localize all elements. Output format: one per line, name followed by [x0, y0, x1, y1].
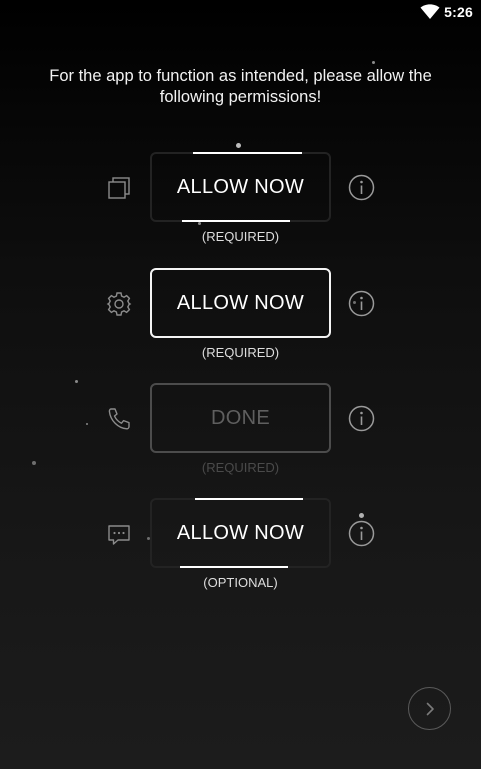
permission-row-overlay: ALLOW NOW (REQUIRED)	[0, 152, 481, 262]
info-icon[interactable]	[348, 405, 375, 432]
requirement-label: (OPTIONAL)	[203, 575, 278, 590]
requirement-label: (REQUIRED)	[201, 460, 280, 475]
decorative-particle	[359, 513, 364, 518]
decorative-particle	[198, 222, 201, 225]
info-icon[interactable]	[348, 290, 375, 317]
decorative-particle	[32, 461, 36, 465]
allow-overlay-button[interactable]: ALLOW NOW	[150, 152, 331, 222]
phone-permission-button-label: DONE	[211, 406, 270, 429]
allow-settings-button[interactable]: ALLOW NOW	[150, 268, 331, 338]
phone-icon	[108, 408, 130, 430]
permission-row-phone: DONE (REQUIRED)	[0, 383, 481, 493]
phone-permission-done-button[interactable]: DONE	[150, 383, 331, 453]
wifi-icon	[420, 4, 440, 20]
allow-settings-button-label: ALLOW NOW	[176, 291, 305, 314]
button-highlight-bottom	[180, 566, 288, 568]
permissions-intro-text: For the app to function as intended, ple…	[49, 67, 432, 106]
chevron-right-icon	[426, 702, 434, 715]
decorative-particle	[236, 143, 241, 148]
info-icon[interactable]	[348, 520, 375, 547]
sms-message-icon	[108, 525, 130, 545]
decorative-particle	[86, 423, 88, 425]
requirement-label: (REQUIRED)	[201, 345, 280, 360]
decorative-particle	[353, 301, 356, 304]
allow-sms-button-label: ALLOW NOW	[176, 521, 305, 544]
info-icon[interactable]	[348, 174, 375, 201]
settings-gear-icon	[106, 292, 132, 316]
decorative-particle	[372, 61, 375, 64]
decorative-particle	[147, 537, 150, 540]
requirement-label: (REQUIRED)	[201, 229, 280, 244]
button-highlight-top	[193, 152, 302, 154]
button-highlight-top	[195, 498, 303, 500]
allow-overlay-button-label: ALLOW NOW	[176, 175, 305, 198]
permission-row-settings: ALLOW NOW (REQUIRED)	[0, 268, 481, 378]
decorative-particle	[75, 380, 78, 383]
status-bar: 5:26	[0, 0, 481, 24]
permission-row-sms: ALLOW NOW (OPTIONAL)	[0, 498, 481, 608]
status-time: 5:26	[444, 4, 473, 20]
next-button[interactable]	[408, 687, 451, 730]
overlay-windows-icon	[108, 177, 130, 199]
allow-sms-button[interactable]: ALLOW NOW	[150, 498, 331, 568]
